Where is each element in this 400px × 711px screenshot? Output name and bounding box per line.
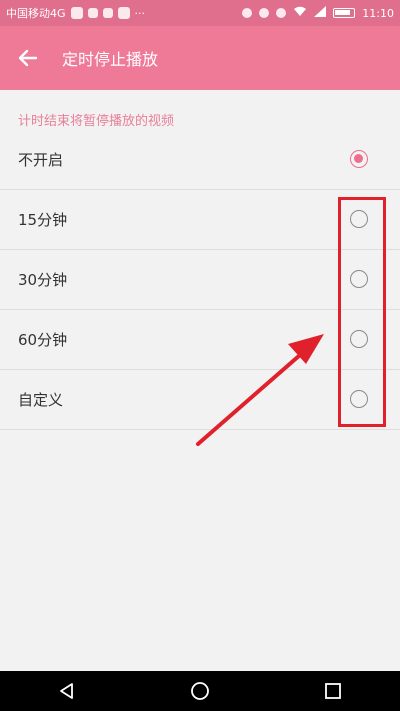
triangle-back-icon	[59, 683, 73, 699]
circle-home-icon	[191, 682, 209, 700]
annotation-arrow-icon	[196, 334, 324, 446]
navigation-bar	[0, 671, 400, 711]
nav-back-button[interactable]	[47, 671, 87, 711]
nav-recents-button[interactable]	[313, 671, 353, 711]
square-recents-icon	[325, 683, 342, 699]
nav-home-button[interactable]	[180, 671, 220, 711]
screen: 中国移动4G ··· 11:10 定时停止播放 计时结束将暂停播放的视频 不开启…	[0, 0, 400, 711]
